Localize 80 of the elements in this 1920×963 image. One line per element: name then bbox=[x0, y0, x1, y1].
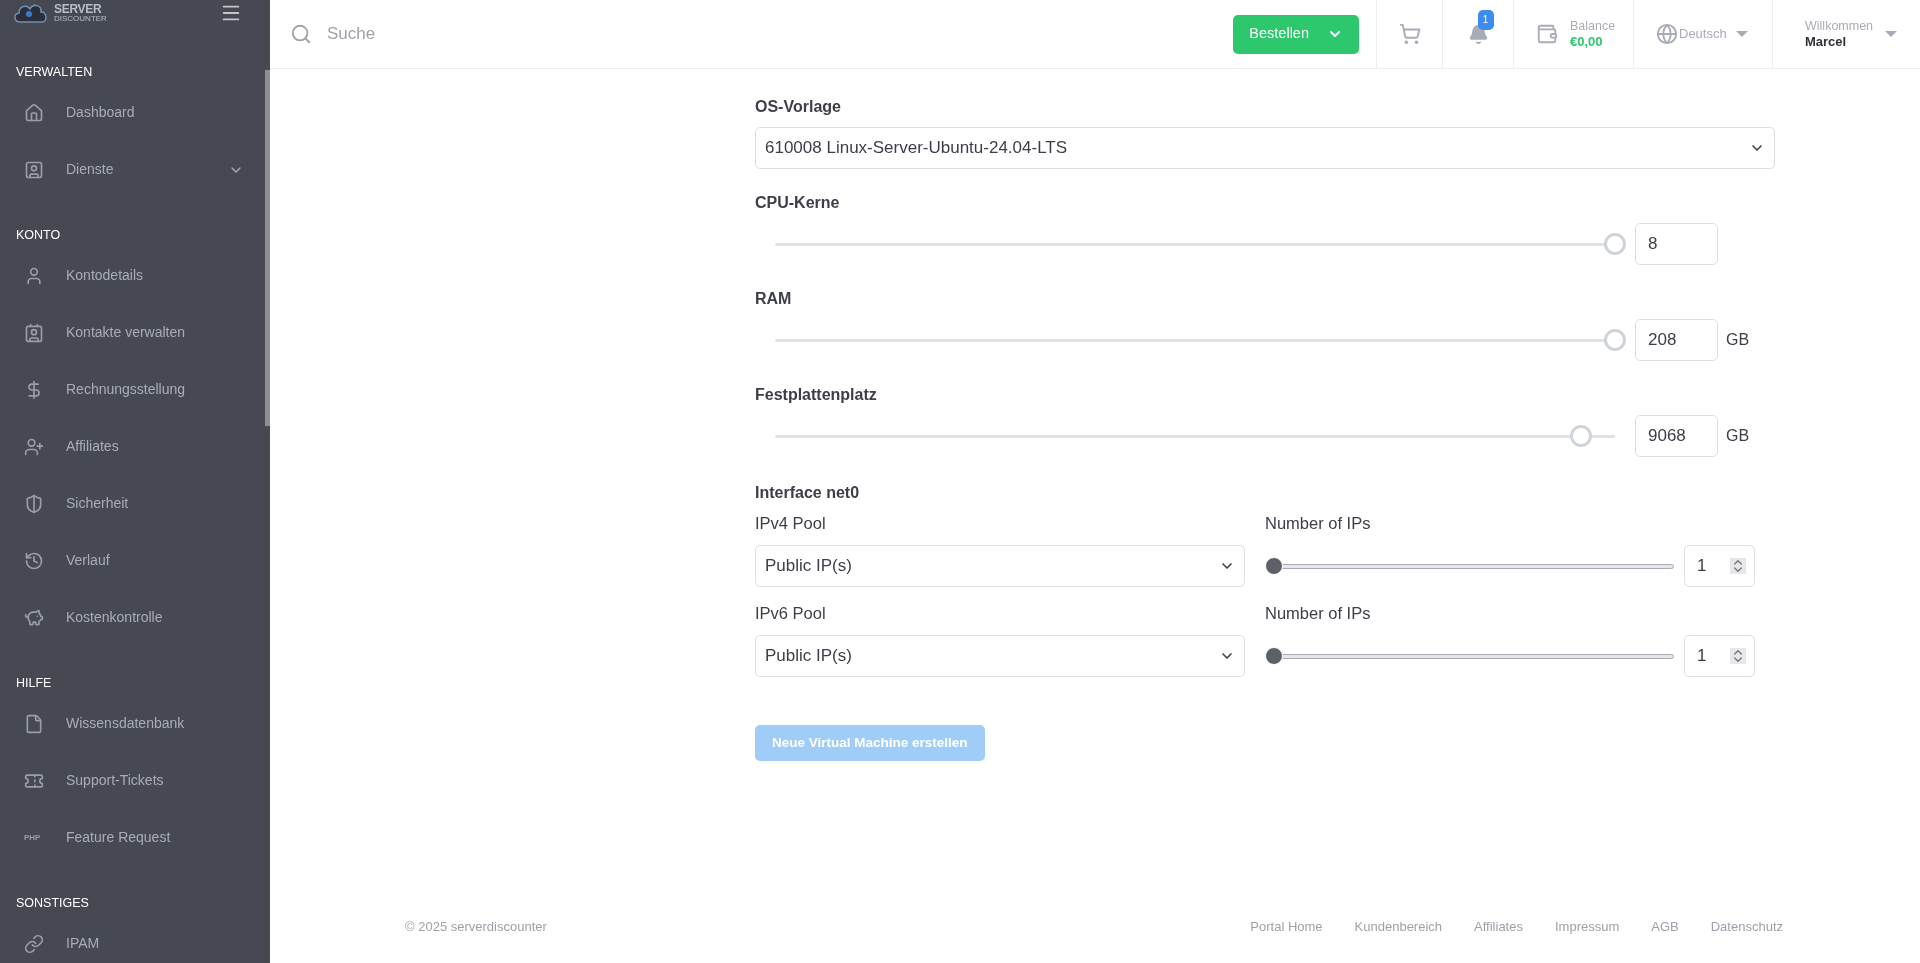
footer-link[interactable]: Kundenbereich bbox=[1354, 917, 1443, 937]
section-heading: KONTO bbox=[15, 227, 62, 244]
number-field[interactable]: 208 bbox=[1635, 319, 1718, 361]
number-field[interactable]: 1 bbox=[1684, 545, 1755, 587]
sidebar-item[interactable]: IPAM bbox=[0, 915, 264, 963]
spinner-icon[interactable] bbox=[1730, 648, 1746, 664]
spinner-icon[interactable] bbox=[1730, 558, 1746, 574]
unit-label: GB bbox=[1725, 426, 1751, 446]
sidebar-item[interactable]: Sicherheit bbox=[0, 475, 264, 532]
logo-text: SERVER bbox=[54, 3, 103, 15]
logo[interactable]: SERVER DISCOUNTER bbox=[12, 0, 107, 26]
footer-link[interactable]: Affiliates bbox=[1474, 917, 1523, 937]
section-title: Interface net0 bbox=[755, 483, 861, 503]
sidebar-item[interactable]: PHP Feature Request bbox=[0, 809, 264, 866]
sidebar-item[interactable]: Verlauf bbox=[0, 532, 264, 589]
footer-link[interactable]: Portal Home bbox=[1250, 917, 1323, 937]
link-icon bbox=[24, 933, 44, 954]
contact-book-icon bbox=[24, 322, 44, 343]
number-field[interactable]: 8 bbox=[1635, 223, 1718, 265]
order-button[interactable]: Bestellen bbox=[1233, 14, 1359, 54]
contact-card-icon bbox=[24, 159, 44, 180]
sidebar-item[interactable]: Kostenkontrolle bbox=[0, 589, 264, 646]
sidebar-item[interactable]: Affiliates bbox=[0, 418, 264, 475]
piggy-bank-icon bbox=[24, 607, 44, 628]
number-field[interactable]: 9068 bbox=[1635, 415, 1718, 457]
house-icon bbox=[24, 102, 44, 123]
field-label: Number of IPs bbox=[1265, 513, 1372, 534]
scrollbar[interactable] bbox=[265, 70, 270, 426]
section-heading: HILFE bbox=[15, 675, 53, 692]
footer-link[interactable]: Impressum bbox=[1554, 917, 1620, 937]
field-label: OS-Vorlage bbox=[755, 97, 842, 117]
footer-link[interactable]: Datenschutz bbox=[1710, 917, 1783, 937]
balance-value: €0,00 bbox=[1570, 34, 1604, 50]
shield-icon bbox=[24, 493, 44, 514]
balance-label: Balance bbox=[1570, 18, 1616, 34]
sidebar-item[interactable]: Support-Tickets bbox=[0, 752, 264, 809]
sidebar-item[interactable]: Rechnungsstellung bbox=[0, 361, 264, 418]
language-selector[interactable]: Deutsch bbox=[1634, 0, 1773, 68]
sidebar-item[interactable]: Kontodetails bbox=[0, 247, 264, 304]
footer-link[interactable]: AGB bbox=[1651, 917, 1679, 937]
field-label: RAM bbox=[755, 289, 793, 309]
history-icon bbox=[24, 550, 44, 571]
php-label: PHP bbox=[24, 831, 41, 844]
pool-select[interactable]: Public IP(s) bbox=[755, 635, 1245, 677]
copyright-text: © 2025 serverdiscounter bbox=[405, 918, 547, 936]
field-label: Number of IPs bbox=[1265, 603, 1372, 624]
notification-badge: 1 bbox=[1477, 9, 1494, 30]
unit-label: GB bbox=[1725, 330, 1751, 350]
os-template-select[interactable]: 610008 Linux-Server-Ubuntu-24.04-LTS bbox=[755, 127, 1775, 169]
section-heading: SONSTIGES bbox=[15, 895, 90, 912]
field-label: Festplattenplatz bbox=[755, 385, 878, 405]
caret-icon bbox=[1735, 31, 1748, 37]
user-name: Marcel bbox=[1805, 34, 1848, 49]
sidebar-item[interactable]: Kontakte verwalten bbox=[0, 304, 264, 361]
search-field[interactable]: Suche bbox=[270, 0, 1217, 68]
section-heading: VERWALTEN bbox=[15, 64, 94, 81]
slider-thumb[interactable] bbox=[1604, 329, 1626, 351]
sidebar-item[interactable]: Dienste bbox=[0, 141, 264, 198]
sidebar-item[interactable]: Dashboard bbox=[0, 84, 264, 141]
bell-icon[interactable] bbox=[1467, 23, 1489, 45]
caret-icon bbox=[1885, 31, 1898, 37]
field-label: CPU-Kerne bbox=[755, 193, 841, 213]
sidebar-item[interactable]: Wissensdatenbank bbox=[0, 695, 264, 752]
person-icon bbox=[24, 265, 44, 286]
cart-icon[interactable] bbox=[1398, 23, 1421, 45]
number-field[interactable]: 1 bbox=[1684, 635, 1755, 677]
add-user-icon bbox=[24, 436, 44, 457]
search-icon bbox=[290, 23, 312, 45]
field-label: IPv4 Pool bbox=[755, 513, 827, 534]
slider-thumb[interactable] bbox=[1604, 233, 1626, 255]
globe-icon bbox=[1656, 23, 1678, 45]
search-input[interactable]: Suche bbox=[327, 21, 627, 47]
user-menu[interactable]: Willkommen Marcel bbox=[1773, 0, 1920, 68]
pool-select[interactable]: Public IP(s) bbox=[755, 545, 1245, 587]
field-label: IPv6 Pool bbox=[755, 603, 827, 624]
slider-thumb[interactable] bbox=[1570, 425, 1593, 447]
logo-subtext: DISCOUNTER bbox=[54, 15, 107, 23]
wallet-icon[interactable] bbox=[1536, 23, 1558, 45]
greeting: Willkommen bbox=[1805, 19, 1874, 34]
document-icon bbox=[24, 713, 44, 734]
